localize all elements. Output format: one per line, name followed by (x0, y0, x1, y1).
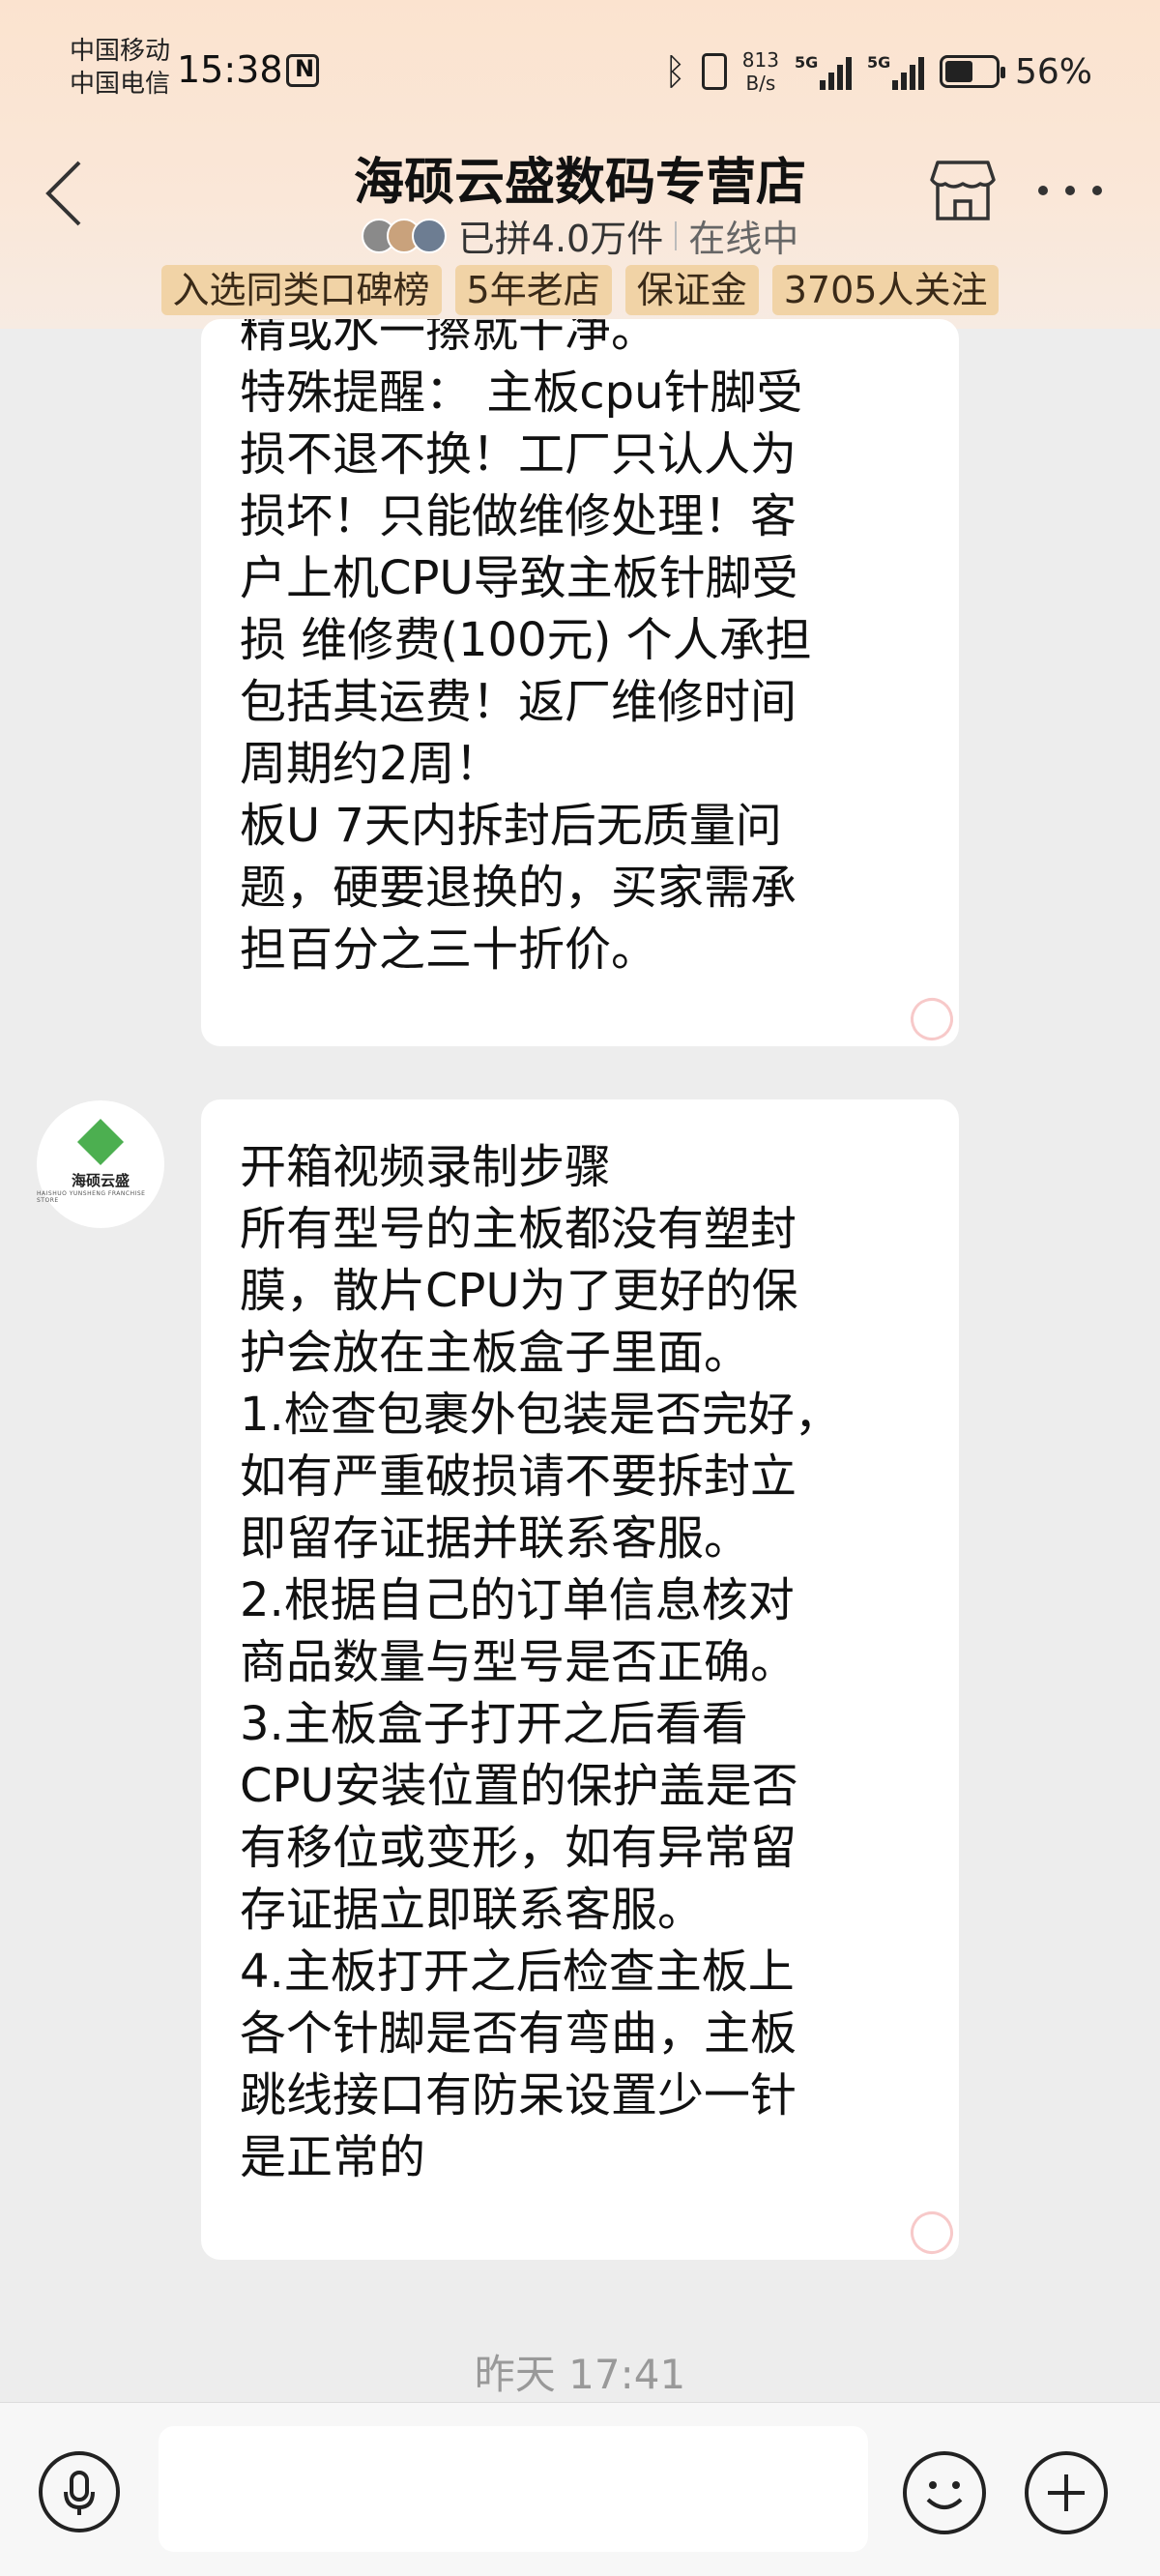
network-2-label: 5G (866, 53, 891, 72)
microphone-icon[interactable] (39, 2451, 120, 2532)
battery-icon (939, 55, 1005, 88)
message-line: 损坏！只能做维修处理！客 (240, 489, 798, 543)
message-input[interactable] (159, 2426, 868, 2552)
stamp-icon (905, 2206, 959, 2260)
net-speed: 813 B/s (742, 48, 779, 95)
emoji-icon[interactable] (903, 2451, 986, 2534)
message-line: 2.根据自己的订单信息核对 (240, 1573, 795, 1627)
logo-text: 海硕云盛 (71, 1171, 130, 1189)
message-bubble[interactable]: 精或水一擦就干净。特殊提醒： 主板cpu针脚受 损不退不换！工厂只认人为 损坏！只能… (201, 319, 959, 1046)
message-line: 包括其运费！返厂维修时间 (240, 675, 798, 729)
message-line: 是正常的 (240, 2130, 426, 2184)
message-line: 各个针脚是否有弯曲，主板 (240, 2006, 798, 2061)
battery-fill (944, 61, 972, 82)
online-status: 在线中 (688, 218, 799, 260)
more-horizontal-icon[interactable] (1038, 186, 1102, 195)
input-bar (0, 2402, 1160, 2576)
avatar (411, 218, 447, 253)
message-line: 膜，散片CPU为了更好的保 (240, 1264, 798, 1318)
net-speed-unit: B/s (745, 72, 776, 95)
message-line: 有移位或变形，如有异常留 (240, 1821, 798, 1875)
message-line: 户上机CPU导致主板针脚受 (240, 551, 798, 605)
message-line: 即留存证据并联系客服。 (240, 1511, 751, 1566)
bluetooth-icon: ᛒ (663, 50, 686, 93)
badge: 5年老店 (454, 265, 612, 315)
stamp-icon (905, 992, 959, 1046)
status-bar: 中国移动 中国电信 15:38 ᛒ 813 B/s 5G 5G 56% (0, 0, 1160, 135)
net-speed-value: 813 (741, 48, 779, 72)
sales-count: 已拼4.0万件 (457, 218, 664, 260)
message-line: 特殊提醒： 主板cpu针脚受 (240, 366, 803, 420)
chat-header: 海硕云盛数码专营店 已拼4.0万件 在线中 入选同类口碑榜 5年老店 保证金 3… (0, 135, 1160, 329)
message-timestamp: 昨天 17:41 (474, 2351, 686, 2398)
carrier-2: 中国电信 (70, 70, 171, 99)
logo-icon (76, 1118, 125, 1165)
message-line: CPU安装位置的保护盖是否 (240, 1759, 798, 1813)
avatar[interactable]: 海硕云盛 HAISHUO YUNSHENG FRANCHISE STORE (37, 1100, 164, 1228)
badge: 3705人关注 (771, 265, 1000, 315)
buyer-avatars (361, 218, 447, 253)
message-line: 跳线接口有防呆设置少一针 (240, 2068, 798, 2122)
message-line: 开箱视频录制步骤 (240, 1140, 612, 1194)
divider (675, 220, 678, 250)
message-bubble[interactable]: 开箱视频录制步骤所有型号的主板都没有塑封 膜，散片CPU为了更好的保 护会放在主板盒… (201, 1099, 959, 2260)
message-line: 商品数量与型号是否正确。 (240, 1635, 798, 1689)
message-line: 板U 7天内拆封后无质量问 (240, 799, 782, 853)
carrier-names: 中国移动 中国电信 (70, 35, 170, 101)
badge: 入选同类口碑榜 (160, 265, 442, 315)
message-line: 护会放在主板盒子里面。 (240, 1326, 751, 1380)
plus-icon[interactable] (1025, 2451, 1108, 2534)
message-text: 精或水一擦就干净。特殊提醒： 主板cpu针脚受 损不退不换！工厂只认人为 损坏！只能… (240, 319, 930, 981)
message-line: 损不退不换！工厂只认人为 (240, 427, 798, 482)
message-line: 4.主板打开之后检查主板上 (240, 1945, 795, 1999)
message-line: 损 维修费(100元) 个人承担 (240, 613, 812, 667)
message-line: 周期约2周！ (240, 737, 502, 791)
logo-subtext: HAISHUO YUNSHENG FRANCHISE STORE (37, 1189, 146, 1204)
message-line: 存证据立即联系客服。 (240, 1883, 705, 1937)
network-1-label: 5G (794, 53, 819, 72)
nfc-icon (286, 54, 319, 87)
message-line: 担百分之三十折价。 (240, 922, 658, 977)
message-line: 精或水一擦就干净。 (240, 319, 658, 358)
clock: 15:38 (177, 48, 283, 91)
status-icons: ᛒ 813 B/s 5G 5G 56% (664, 43, 1092, 101)
store-icon[interactable] (928, 157, 998, 224)
message-text: 开箱视频录制步骤所有型号的主板都没有塑封 膜，散片CPU为了更好的保 护会放在主板盒… (240, 1136, 930, 2188)
signal-2-icon: 5G (867, 53, 924, 90)
badge: 保证金 (624, 265, 759, 315)
message-line: 如有严重破损请不要拆封立 (240, 1449, 798, 1504)
signal-1-icon: 5G (795, 53, 852, 90)
carrier-1: 中国移动 (70, 37, 171, 66)
message-line: 1.检查包裹外包装是否完好， (240, 1388, 841, 1442)
vibrate-icon (701, 53, 727, 90)
battery-percent: 56% (1014, 51, 1092, 92)
top-header-area: 中国移动 中国电信 15:38 ᛒ 813 B/s 5G 5G 56% (0, 0, 1160, 329)
message-line: 所有型号的主板都没有塑封 (240, 1202, 798, 1256)
shop-badges: 入选同类口碑榜 5年老店 保证金 3705人关注 (0, 265, 1160, 315)
message-line: 3.主板盒子打开之后看看 (240, 1697, 748, 1751)
message-line: 题，硬要退换的，买家需承 (240, 861, 798, 915)
